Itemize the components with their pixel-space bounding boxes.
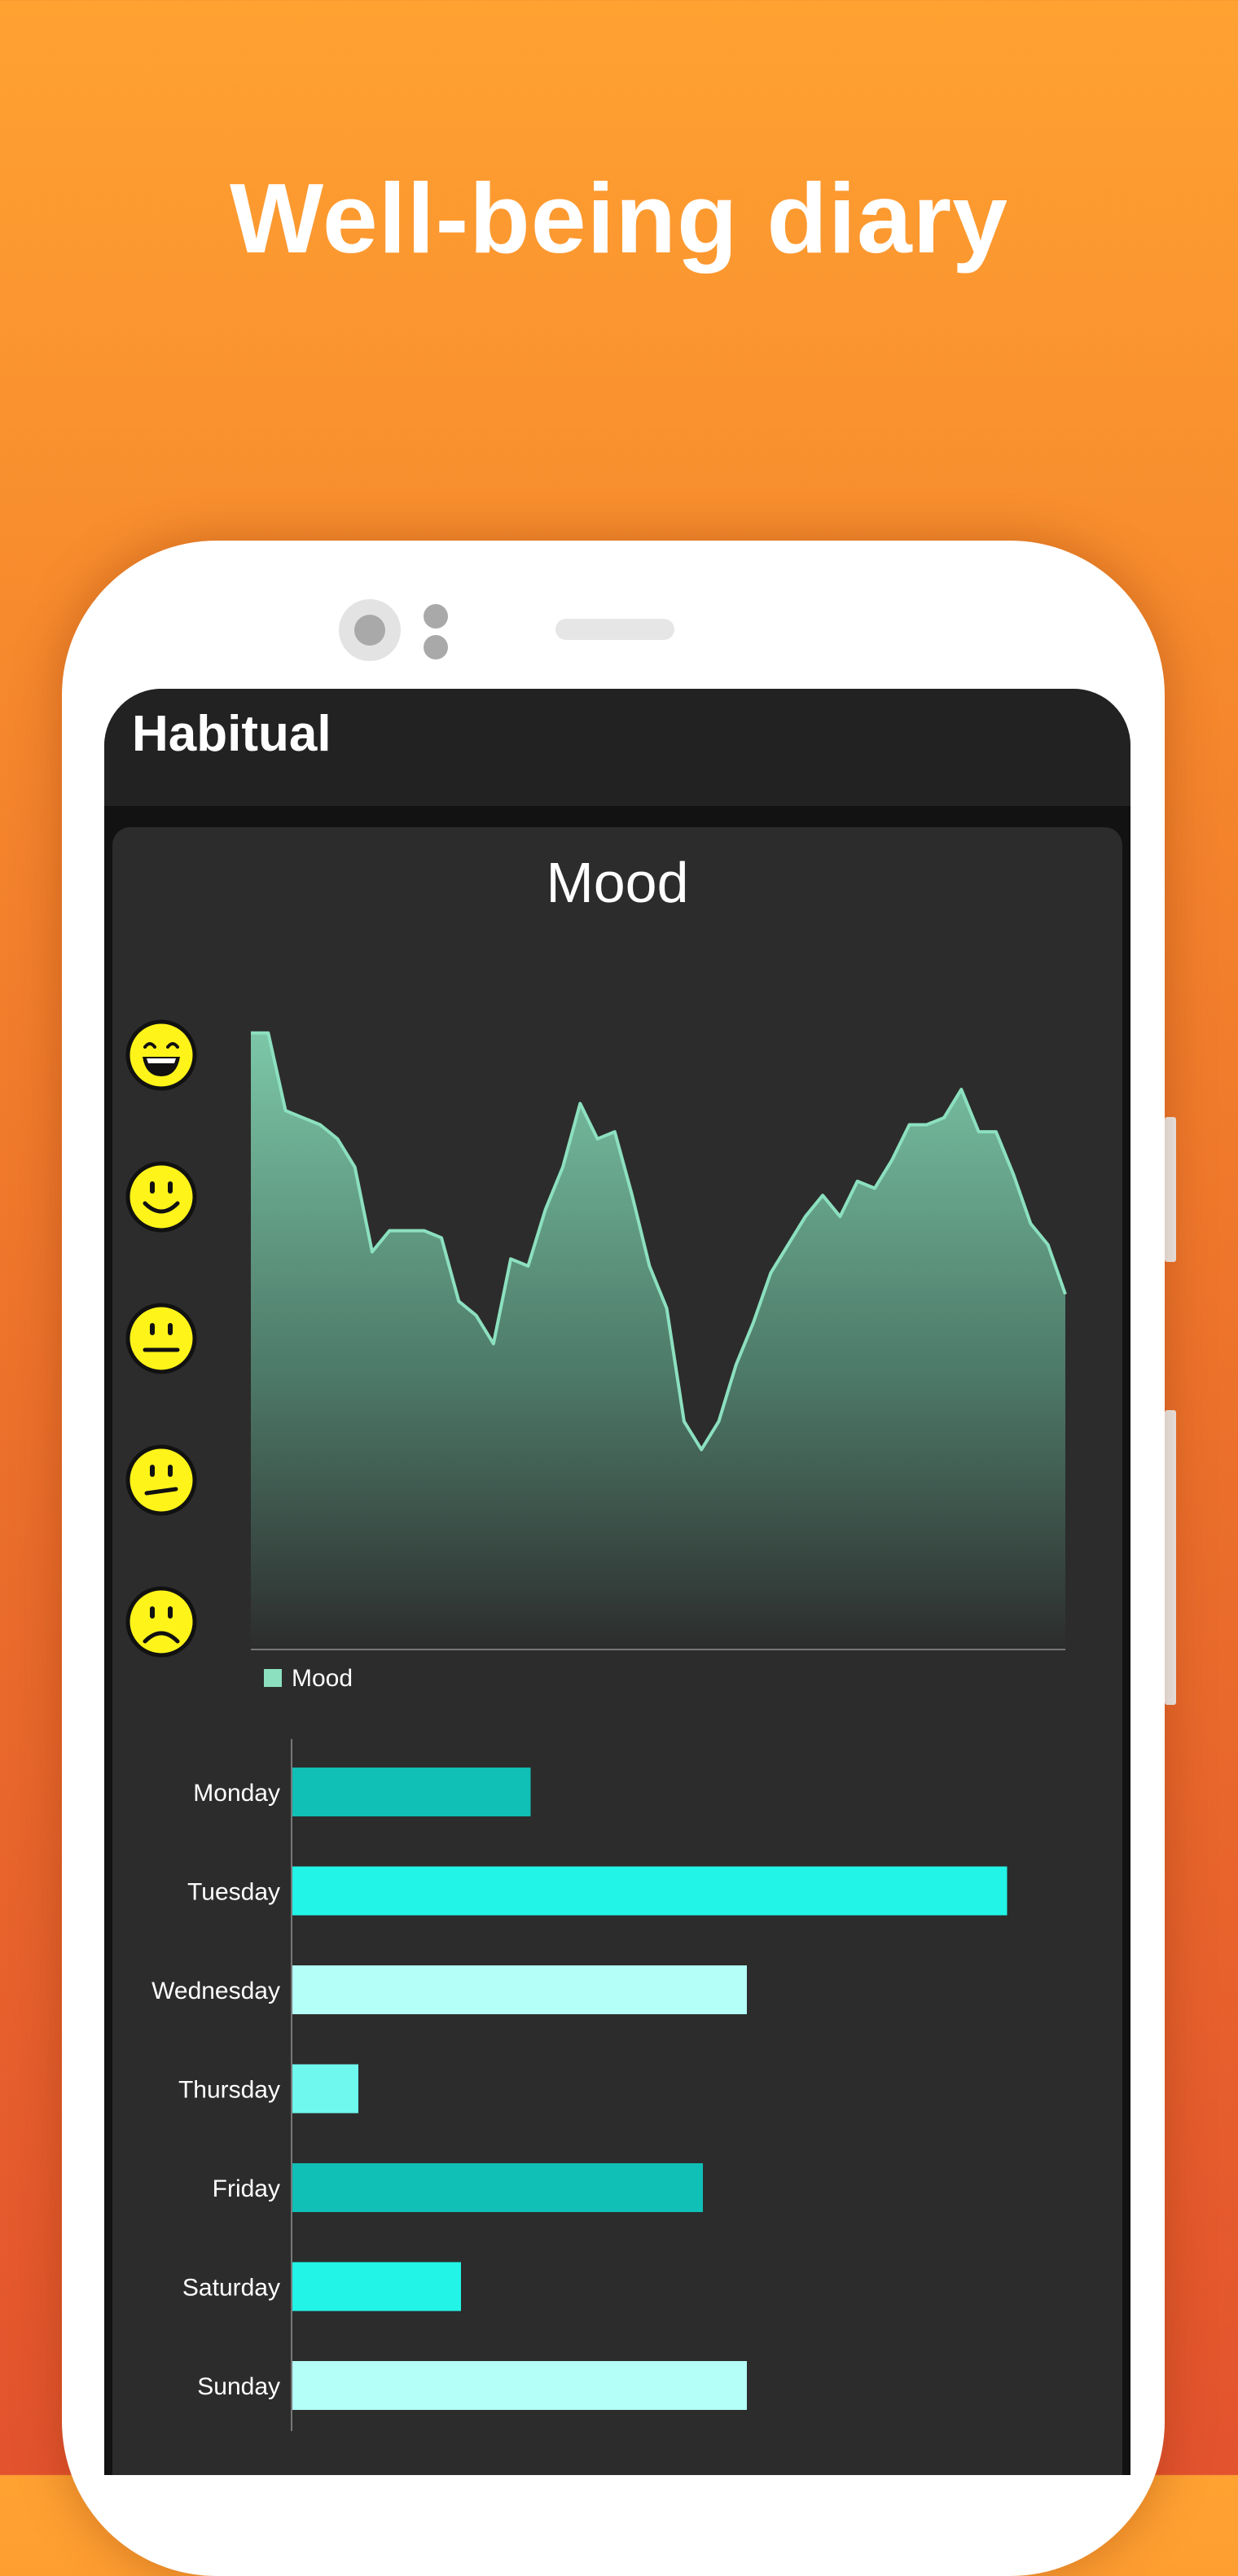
phone-side-button-lower (1165, 1410, 1176, 1705)
bar-monday (292, 1768, 531, 1816)
legend-label: Mood (292, 1665, 353, 1692)
mood-line-chart: Mood (251, 1031, 1067, 1692)
sad-face-icon (125, 1586, 197, 1658)
earpiece-speaker (555, 619, 674, 640)
bar-label-tuesday: Tuesday (187, 1879, 280, 1906)
bar-thursday (292, 2064, 358, 2114)
mood-area-fill (251, 1032, 1065, 1649)
headline: Well-being diary (229, 163, 1009, 274)
sensor-dot (424, 604, 448, 629)
sensor-dot (424, 635, 448, 659)
app-title: Habitual (132, 706, 331, 762)
phone-side-button-upper (1165, 1117, 1176, 1262)
unsure-face-icon (125, 1444, 197, 1516)
bar-label-sunday: Sunday (197, 2373, 280, 2400)
bar-label-monday: Monday (193, 1780, 280, 1807)
smiling-face-icon (125, 1161, 197, 1233)
neutral-face-icon (125, 1303, 197, 1374)
bar-label-thursday: Thursday (178, 2077, 280, 2104)
bar-label-saturday: Saturday (182, 2275, 280, 2302)
bar-saturday (292, 2262, 461, 2311)
big-grin-face-icon (125, 1019, 197, 1091)
phone-screen: Habitual Mood Mood Monday Tuesday Wednes… (104, 689, 1130, 2475)
card-title: Mood (546, 851, 689, 914)
bar-wednesday (292, 1965, 747, 2014)
bar-tuesday (292, 1866, 1008, 1916)
mood-card: Mood Mood Monday Tuesday Wednesday Thurs… (112, 827, 1122, 2475)
app-bar: Habitual (104, 689, 1130, 806)
bar-label-wednesday: Wednesday (151, 1978, 280, 2004)
bar-sunday (292, 2361, 747, 2410)
bar-friday (292, 2163, 703, 2212)
legend-swatch (264, 1669, 282, 1687)
bar-label-friday: Friday (213, 2175, 280, 2202)
weekday-bar-chart: Monday Tuesday Wednesday Thursday Friday Satu… (151, 1739, 1008, 2431)
front-camera-icon (339, 599, 401, 661)
